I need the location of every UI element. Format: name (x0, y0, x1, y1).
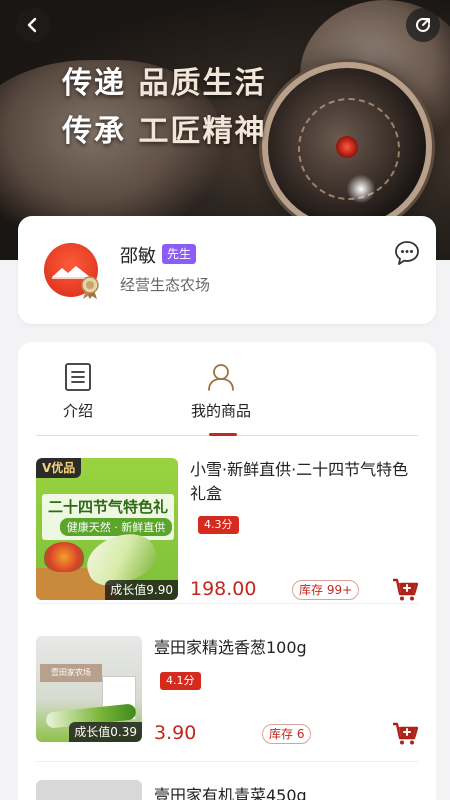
product-item[interactable]: 二十四节气特色礼盒 健康天然 · 新鲜直供 V优品 成长值9.90 小雪·新鲜直… (36, 458, 418, 604)
vegetable-image (44, 542, 84, 572)
product-title[interactable]: 壹田家有机青菜450g (154, 784, 414, 800)
person-icon (208, 364, 234, 391)
hero-slogan-line2: 传承 工匠精神 (62, 106, 266, 150)
slogan-emphasis: 传递 (62, 66, 126, 101)
profile-name: 邵敏 (120, 246, 156, 267)
add-to-cart-icon[interactable] (392, 722, 418, 746)
active-tab-indicator (209, 433, 237, 436)
product-item[interactable]: 壹田家农场 成长值0.39 壹田家精选香葱100g 4.1分 3.90 库存 6 (36, 636, 418, 762)
rating-badge: 4.1分 (160, 672, 201, 690)
medal-icon (81, 276, 99, 299)
rating-badge: 4.3分 (198, 516, 239, 534)
sparkle (344, 172, 378, 206)
stock-badge: 库存 99+ (292, 580, 360, 600)
product-title[interactable]: 小雪·新鲜直供·二十四节气特色礼盒 (190, 458, 416, 506)
title-badge: 先生 (162, 244, 197, 264)
chevron-left-icon (27, 17, 37, 33)
hero-slogan-line1: 传递 品质生活 (62, 58, 266, 102)
content-card: 介绍 我的商品 二十四节气特色礼盒 健康天然 · 新鲜直供 V优品 成长值9.9… (18, 342, 436, 800)
document-icon (65, 363, 91, 391)
profile-subtitle: 经营生态农场 (120, 276, 211, 294)
product-price: 3.90 (154, 722, 197, 744)
tab-bar: 介绍 我的商品 (36, 342, 418, 436)
add-to-cart-icon[interactable] (392, 578, 418, 602)
slogan-text: 品质生活 (126, 66, 267, 101)
tab-label: 我的商品 (190, 402, 251, 420)
tab-my-products[interactable]: 我的商品 (176, 362, 266, 421)
tab-intro[interactable]: 介绍 (56, 362, 100, 421)
share-icon (416, 17, 430, 32)
product-title[interactable]: 壹田家精选香葱100g (154, 636, 414, 660)
growth-value-badge: 成长值0.39 (69, 722, 142, 742)
chat-bubble-icon[interactable] (394, 240, 420, 266)
image-banner-subtext: 健康天然 · 新鲜直供 (60, 518, 172, 536)
back-button[interactable] (16, 8, 50, 42)
product-image[interactable]: 壹田家农场 成长值0.39 (36, 636, 142, 742)
image-box-label: 壹田家农场 (40, 664, 102, 682)
stock-badge: 库存 6 (262, 724, 312, 744)
product-price: 198.00 (190, 578, 257, 600)
slogan-text: 工匠精神 (126, 114, 267, 149)
product-item[interactable]: 壹田家有机青菜450g (36, 780, 418, 800)
product-image[interactable]: 二十四节气特色礼盒 健康天然 · 新鲜直供 V优品 成长值9.90 (36, 458, 178, 600)
product-image[interactable] (36, 780, 142, 800)
profile-card: 邵敏 先生 经营生态农场 (18, 216, 436, 324)
watch-image (262, 62, 432, 232)
slogan-emphasis: 传承 (62, 114, 126, 149)
tab-label: 介绍 (62, 402, 93, 420)
share-button[interactable] (406, 8, 440, 42)
premium-badge: V优品 (36, 458, 82, 478)
growth-value-badge: 成长值9.90 (105, 580, 178, 600)
